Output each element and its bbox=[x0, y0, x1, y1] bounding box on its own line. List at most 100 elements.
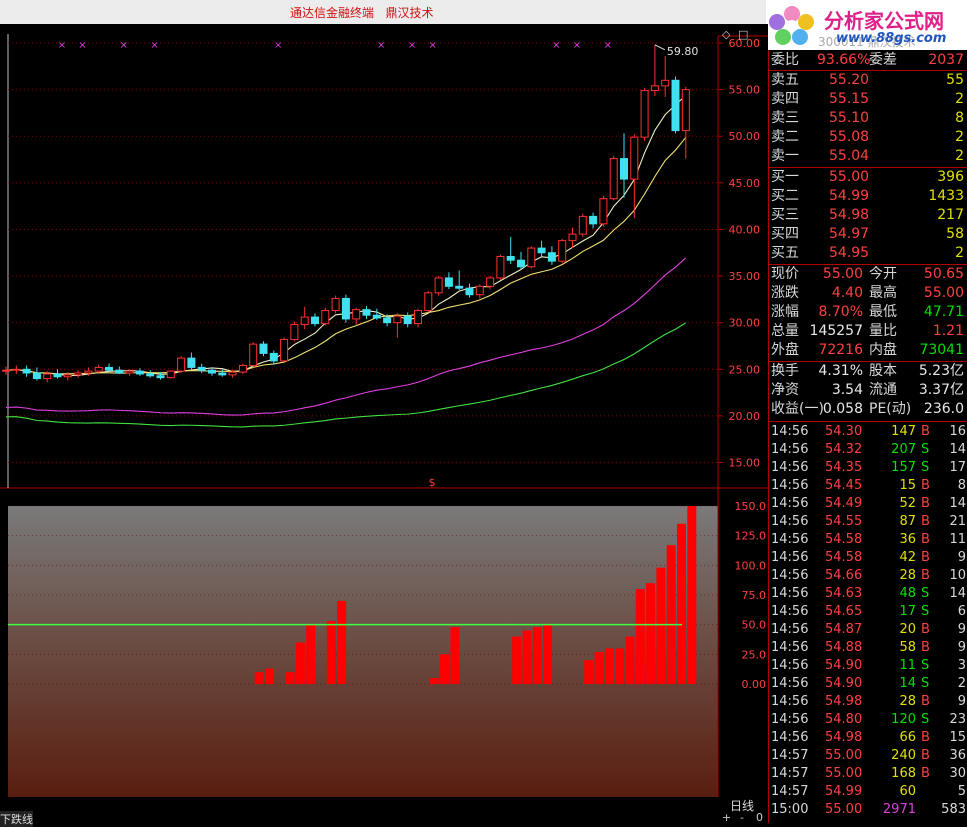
tick-count: 3 bbox=[957, 658, 966, 673]
indicator-bar bbox=[429, 678, 439, 684]
tick-row: 14:56 54.66 28 B 10 bbox=[769, 567, 967, 585]
price-tick-label: 20.00 bbox=[729, 410, 761, 423]
indicator-label[interactable]: 下跌线 bbox=[0, 811, 33, 827]
tick-volume: 11 bbox=[899, 658, 916, 673]
candle-body bbox=[527, 247, 536, 268]
stat-value: 236.0 bbox=[923, 401, 964, 417]
tick-price: 54.98 bbox=[825, 694, 863, 709]
candle-body bbox=[341, 297, 350, 320]
stat-row: 涨幅 8.70% 最低 47.71 bbox=[769, 303, 967, 322]
candle-body bbox=[166, 370, 175, 379]
bid-row: 买三 54.98 217 bbox=[769, 206, 967, 225]
minimize-icon[interactable]: □ bbox=[738, 28, 748, 41]
tick-side: S bbox=[921, 460, 930, 475]
stat-value: 72216 bbox=[818, 342, 863, 358]
tick-side: S bbox=[921, 712, 930, 727]
tick-row: 14:56 54.49 52 B 14 bbox=[769, 495, 967, 513]
tick-time: 14:56 bbox=[771, 676, 809, 691]
tick-row: 14:57 54.99 60 5 bbox=[769, 783, 967, 801]
candle-body bbox=[640, 90, 649, 138]
tick-price: 54.98 bbox=[825, 730, 863, 745]
candle-body bbox=[393, 315, 402, 324]
stat-label: 换手 bbox=[771, 363, 799, 379]
candle-body bbox=[125, 370, 134, 374]
indicator-bar bbox=[604, 648, 614, 684]
stat-row: 外盘 72216 内盘 73041 bbox=[769, 341, 967, 360]
tick-volume: 168 bbox=[891, 766, 916, 781]
tick-time: 15:00 bbox=[771, 802, 809, 817]
ratio-value: 93.66% bbox=[817, 52, 871, 68]
bid-volume: 217 bbox=[937, 207, 964, 223]
tick-volume: 157 bbox=[891, 460, 916, 475]
candle-body bbox=[53, 373, 62, 378]
event-marker: × bbox=[150, 40, 158, 51]
diamond-icon[interactable]: ◇ bbox=[722, 28, 731, 41]
candle-body bbox=[506, 255, 515, 261]
candle-body bbox=[177, 357, 186, 372]
ask-volume: 8 bbox=[955, 110, 964, 126]
tick-volume: 147 bbox=[891, 424, 916, 439]
candle-body bbox=[455, 285, 464, 289]
candle-body bbox=[444, 277, 453, 287]
event-marker: × bbox=[429, 40, 437, 51]
ask-volume: 2 bbox=[955, 148, 964, 164]
tick-volume: 20 bbox=[899, 622, 916, 637]
ask-label: 卖二 bbox=[771, 129, 799, 145]
tick-side: S bbox=[921, 442, 930, 457]
tick-volume: 240 bbox=[891, 748, 916, 763]
tick-row: 14:56 54.45 15 B 8 bbox=[769, 477, 967, 495]
price-tick-label: 35.00 bbox=[729, 270, 761, 283]
tick-row: 14:56 54.98 28 B 9 bbox=[769, 693, 967, 711]
bottom-bar: 日线 下跌线 + - 0 bbox=[0, 797, 768, 827]
bid-label: 买三 bbox=[771, 207, 799, 223]
reset-button[interactable]: 0 bbox=[756, 811, 763, 824]
zoom-in-button[interactable]: + bbox=[722, 811, 731, 824]
candle-body bbox=[12, 368, 21, 371]
stat-value: 73041 bbox=[919, 342, 964, 358]
tick-row: 14:56 54.87 20 B 9 bbox=[769, 621, 967, 639]
ratio-row: 委比 93.66% 委差 2037 bbox=[769, 51, 967, 70]
zoom-out-button[interactable]: - bbox=[740, 811, 744, 824]
bid-volume: 396 bbox=[937, 169, 964, 185]
event-marker: × bbox=[552, 40, 560, 51]
tick-row: 14:56 54.30 147 B 16 bbox=[769, 423, 967, 441]
indicator-tick-label: 0.00 bbox=[742, 678, 767, 691]
tick-count: 14 bbox=[949, 586, 966, 601]
tick-volume: 48 bbox=[899, 586, 916, 601]
bid-row: 买一 55.00 396 bbox=[769, 168, 967, 187]
ask-label: 卖五 bbox=[771, 72, 799, 88]
event-marker: × bbox=[604, 40, 612, 51]
tick-time: 14:56 bbox=[771, 478, 809, 493]
candle-body bbox=[671, 79, 680, 132]
candle-body bbox=[156, 375, 165, 379]
tick-row: 14:56 54.55 87 B 21 bbox=[769, 513, 967, 531]
chart-area[interactable]: 60.0055.0050.0045.0040.0035.0030.0025.00… bbox=[0, 24, 768, 797]
candle-body bbox=[228, 371, 237, 376]
candle-body bbox=[280, 338, 289, 362]
candle-body bbox=[403, 315, 412, 325]
stat-label: 量比 bbox=[869, 323, 897, 339]
indicator-bar bbox=[615, 648, 625, 684]
ask-row: 卖四 55.15 2 bbox=[769, 90, 967, 109]
tick-count: 583 bbox=[941, 802, 966, 817]
candle-body bbox=[187, 357, 196, 368]
event-marker: × bbox=[58, 40, 66, 51]
tick-time: 14:56 bbox=[771, 658, 809, 673]
bid-price: 55.00 bbox=[829, 169, 870, 185]
indicator-tick-label: 100.0 bbox=[735, 559, 767, 572]
tick-count: 36 bbox=[949, 748, 966, 763]
tick-side: B bbox=[921, 568, 930, 583]
tick-price: 54.80 bbox=[825, 712, 863, 727]
candle-body bbox=[475, 285, 484, 296]
event-marker: × bbox=[78, 40, 86, 51]
tick-price: 54.58 bbox=[825, 532, 863, 547]
tick-count: 14 bbox=[949, 496, 966, 511]
indicator-tick-label: 75.0 bbox=[742, 589, 767, 602]
event-marker: × bbox=[408, 40, 416, 51]
candle-body bbox=[208, 369, 216, 374]
quote-panel: 委比 93.66% 委差 2037 卖五 55.20 55 卖四 55.15 2 卖三 55.10 8 卖… bbox=[768, 50, 967, 823]
event-marker: × bbox=[377, 40, 385, 51]
tick-volume: 36 bbox=[899, 532, 916, 547]
indicator-bar bbox=[646, 583, 656, 684]
stat-row: 换手 4.31% 股本 5.23亿 bbox=[769, 362, 967, 381]
